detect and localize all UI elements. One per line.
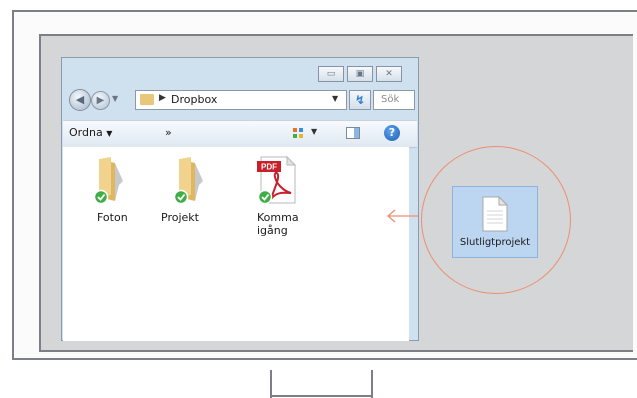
dragged-file-label: Slutligtprojekt [459, 237, 531, 248]
pdf-badge: PDF [261, 163, 277, 172]
folder-icon [93, 157, 123, 205]
organize-label: Ordna [69, 126, 103, 139]
window-controls: ▭ ▣ ✕ [318, 66, 402, 82]
view-dropdown-icon[interactable]: ▼ [311, 127, 317, 136]
refresh-icon: ↯ [354, 93, 366, 107]
refresh-button[interactable]: ↯ [349, 90, 371, 110]
more-commands-button[interactable]: » [165, 126, 172, 139]
list-item[interactable]: Projekt [161, 155, 235, 224]
dragged-file[interactable]: Slutligtprojekt [452, 186, 538, 258]
monitor-stand-base [270, 395, 373, 397]
breadcrumb-arrow-icon[interactable]: ▶ [159, 93, 166, 103]
organize-button[interactable]: Ordna ▼ [69, 126, 112, 139]
list-item[interactable]: PDF Komma igång [253, 155, 323, 237]
address-path[interactable]: Dropbox [171, 93, 217, 106]
explorer-window: ▭ ▣ ✕ ◀ ▶ ▼ ▶ Dropbox ▼ ↯ Sök Ordna ▼ » … [61, 57, 419, 341]
forward-button[interactable]: ▶ [91, 91, 110, 110]
address-bar[interactable]: ▶ Dropbox ▼ [135, 90, 347, 110]
recent-pages-dropdown[interactable]: ▼ [112, 94, 118, 103]
search-input[interactable]: Sök [373, 90, 415, 110]
file-list: Foton Projekt PDF Komma igång [63, 147, 409, 341]
address-dropdown-icon[interactable]: ▼ [332, 94, 338, 103]
arrow-left-icon [387, 209, 418, 223]
back-button[interactable]: ◀ [69, 89, 91, 111]
item-label: Komma igång [257, 211, 299, 237]
pdf-file-icon: PDF [257, 155, 297, 205]
help-icon[interactable]: ? [384, 125, 400, 141]
folder-icon [173, 157, 203, 205]
chevron-down-icon: ▼ [106, 129, 113, 138]
item-label: Foton [97, 211, 128, 224]
back-arrow-icon: ◀ [75, 93, 85, 106]
document-icon [482, 195, 509, 232]
item-label: Projekt [161, 211, 199, 224]
maximize-button[interactable]: ▣ [347, 66, 373, 82]
forward-arrow-icon: ▶ [96, 95, 105, 106]
change-view-icon[interactable] [293, 128, 303, 138]
command-bar: Ordna ▼ » ▼ ? [63, 120, 417, 148]
folder-icon [140, 94, 154, 105]
monitor-stand-right [371, 370, 373, 398]
preview-pane-icon[interactable] [346, 127, 360, 139]
close-button[interactable]: ✕ [376, 66, 402, 82]
minimize-button[interactable]: ▭ [318, 66, 344, 82]
monitor-stand-left [270, 370, 272, 398]
list-item[interactable]: Foton [85, 155, 155, 224]
